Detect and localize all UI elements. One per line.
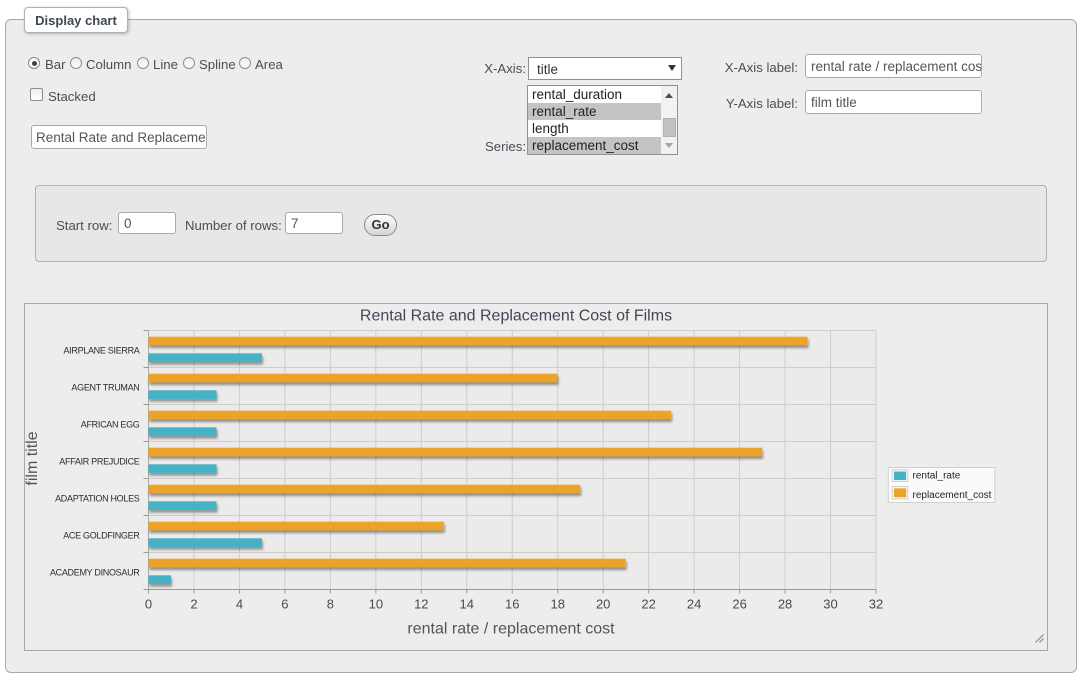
svg-text:26: 26 — [732, 597, 746, 612]
svg-text:AIRPLANE SIERRA: AIRPLANE SIERRA — [63, 346, 139, 356]
svg-text:0: 0 — [145, 597, 152, 612]
svg-text:AGENT TRUMAN: AGENT TRUMAN — [71, 383, 139, 393]
svg-text:ACADEMY DINOSAUR: ACADEMY DINOSAUR — [50, 568, 140, 578]
svg-text:film title: film title — [24, 431, 41, 485]
svg-text:2: 2 — [190, 597, 197, 612]
svg-text:rental rate / replacement cost: rental rate / replacement cost — [407, 621, 615, 638]
svg-text:12: 12 — [414, 597, 428, 612]
svg-text:20: 20 — [596, 597, 610, 612]
svg-text:ADAPTATION HOLES: ADAPTATION HOLES — [55, 494, 140, 504]
svg-text:ACE GOLDFINGER: ACE GOLDFINGER — [63, 531, 140, 541]
svg-text:AFFAIR PREJUDICE: AFFAIR PREJUDICE — [59, 457, 140, 467]
svg-text:28: 28 — [778, 597, 792, 612]
svg-text:8: 8 — [327, 597, 334, 612]
svg-text:4: 4 — [236, 597, 243, 612]
svg-text:rental_rate: rental_rate — [913, 470, 961, 481]
svg-text:16: 16 — [505, 597, 519, 612]
svg-text:22: 22 — [641, 597, 655, 612]
svg-text:6: 6 — [281, 597, 288, 612]
svg-text:30: 30 — [823, 597, 837, 612]
svg-text:Rental Rate and Replacement Co: Rental Rate and Replacement Cost of Film… — [360, 308, 672, 325]
svg-text:AFRICAN EGG: AFRICAN EGG — [81, 420, 140, 430]
svg-text:10: 10 — [369, 597, 383, 612]
svg-text:14: 14 — [460, 597, 474, 612]
svg-text:replacement_cost: replacement_cost — [913, 490, 992, 501]
svg-text:32: 32 — [869, 597, 883, 612]
svg-text:24: 24 — [687, 597, 701, 612]
svg-text:18: 18 — [550, 597, 564, 612]
